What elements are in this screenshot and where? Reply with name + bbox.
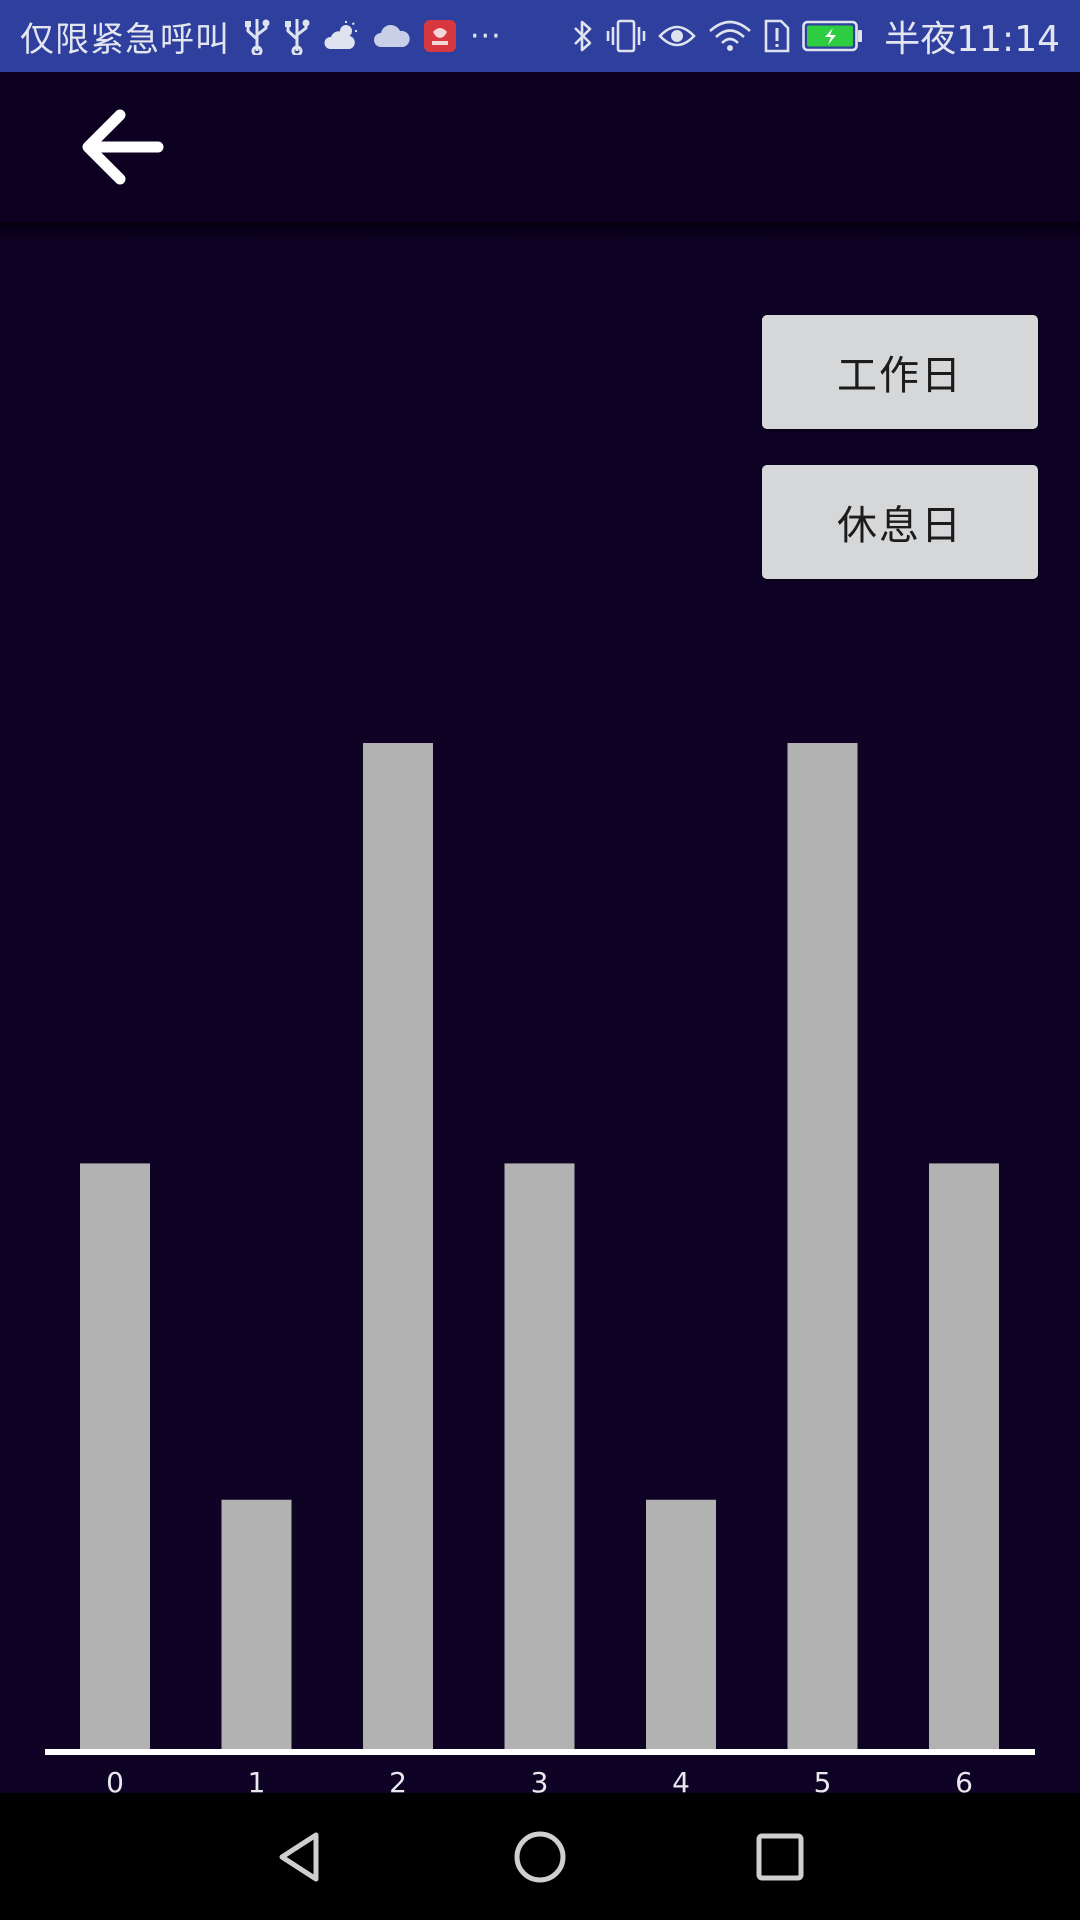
chart-tick-label: 2 bbox=[389, 1766, 407, 1793]
chart-bar-0 bbox=[80, 1163, 150, 1752]
chart-bar-6 bbox=[929, 1163, 999, 1752]
nav-back-button[interactable] bbox=[264, 1821, 336, 1893]
chart-bar-2 bbox=[363, 743, 433, 1752]
chart-tick-label: 1 bbox=[248, 1766, 266, 1793]
chart-tick-label: 0 bbox=[106, 1766, 124, 1793]
chart-tick-label: 4 bbox=[672, 1766, 690, 1793]
bar-chart: 0 1 2 3 4 5 6 bbox=[45, 743, 1035, 1793]
chart-tick-label: 6 bbox=[955, 1766, 973, 1793]
chart-bar-4 bbox=[646, 1499, 716, 1752]
chart-bar-1 bbox=[221, 1499, 292, 1752]
screen: 仅限紧急呼叫 ··· 半夜11:14 工作日 休息日 0 1 2 3 4 5 6 bbox=[0, 0, 1080, 1920]
chart-tick-label: 3 bbox=[531, 1766, 549, 1793]
chart-bar-5 bbox=[787, 743, 858, 1752]
chart-bar-3 bbox=[504, 1163, 575, 1752]
nav-recents-icon bbox=[756, 1833, 804, 1881]
nav-home-button[interactable] bbox=[504, 1821, 576, 1893]
chart-tick-label: 5 bbox=[814, 1766, 832, 1793]
nav-back-icon bbox=[279, 1832, 319, 1882]
nav-recents-button[interactable] bbox=[744, 1821, 816, 1893]
navigation-bar bbox=[0, 1793, 1080, 1920]
nav-home-icon bbox=[514, 1831, 566, 1883]
